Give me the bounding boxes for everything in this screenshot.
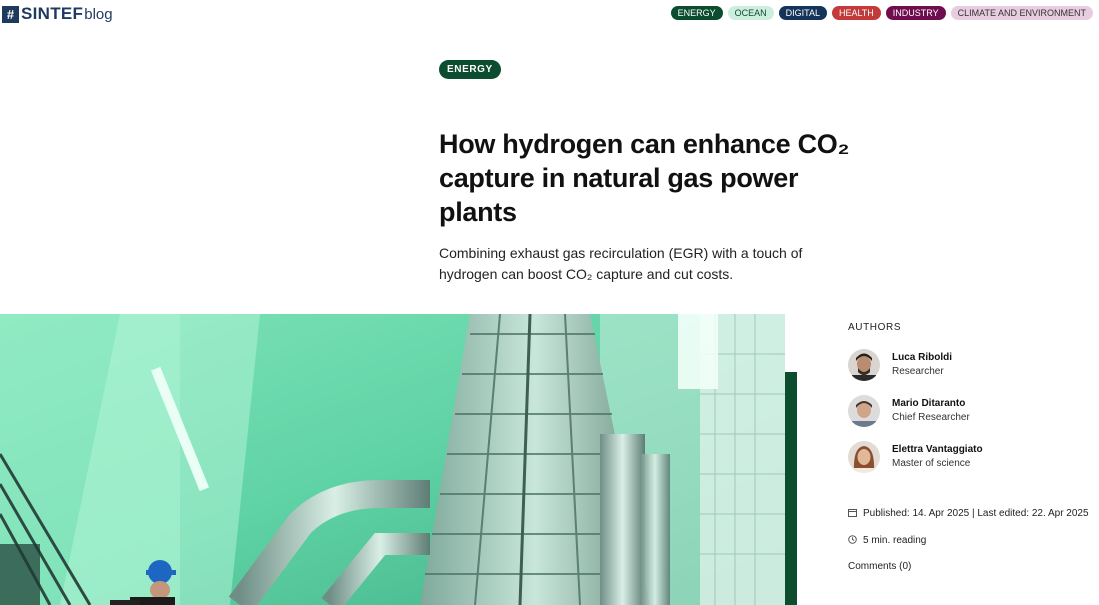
author-name[interactable]: Elettra Vantaggiato [892,443,983,457]
nav-energy[interactable]: ENERGY [670,6,723,20]
hero-accent-bar [785,372,797,605]
publish-dates: Published: 14. Apr 2025 | Last edited: 2… [848,508,1089,519]
site-logo[interactable]: # SINTEF blog [2,4,113,24]
article-lead: Combining exhaust gas recirculation (EGR… [439,245,803,282]
clock-icon [848,535,860,546]
author-avatar [848,349,880,381]
reading-time: 5 min. reading [848,535,926,546]
nav-climate-and-environment[interactable]: CLIMATE AND ENVIRONMENT [950,6,1093,20]
author-role: Master of science [892,458,971,469]
author-avatar [848,395,880,427]
nav-ocean[interactable]: OCEAN [727,6,774,20]
author-name[interactable]: Mario Ditaranto [892,397,970,411]
author-role: Chief Researcher [892,412,970,423]
nav-industry[interactable]: INDUSTRY [885,6,946,20]
nav-health[interactable]: HEALTH [831,6,881,20]
nav-digital[interactable]: DIGITAL [778,6,827,20]
calendar-icon [848,508,860,519]
author-card[interactable]: Mario Ditaranto Chief Researcher [848,395,970,427]
authors-heading: AUTHORS [848,322,902,333]
logo-hash-icon: # [2,5,19,23]
publish-dates-text: Published: 14. Apr 2025 | Last edited: 2… [863,508,1089,519]
comments-link[interactable]: Comments (0) [848,561,911,572]
reading-time-text: 5 min. reading [863,535,927,546]
author-card[interactable]: Elettra Vantaggiato Master of science [848,441,983,473]
category-nav: ENERGY OCEAN DIGITAL HEALTH INDUSTRY CLI… [670,6,1093,20]
author-role: Researcher [892,366,944,377]
author-card[interactable]: Luca Riboldi Researcher [848,349,952,381]
author-name[interactable]: Luca Riboldi [892,351,952,365]
logo-name: SINTEF [21,4,84,23]
article-title: How hydrogen can enhance CO₂ capture in … [439,129,850,227]
author-avatar [848,441,880,473]
hero-image [0,314,785,605]
logo-suffix: blog [84,5,113,23]
category-badge[interactable]: ENERGY [439,60,501,79]
